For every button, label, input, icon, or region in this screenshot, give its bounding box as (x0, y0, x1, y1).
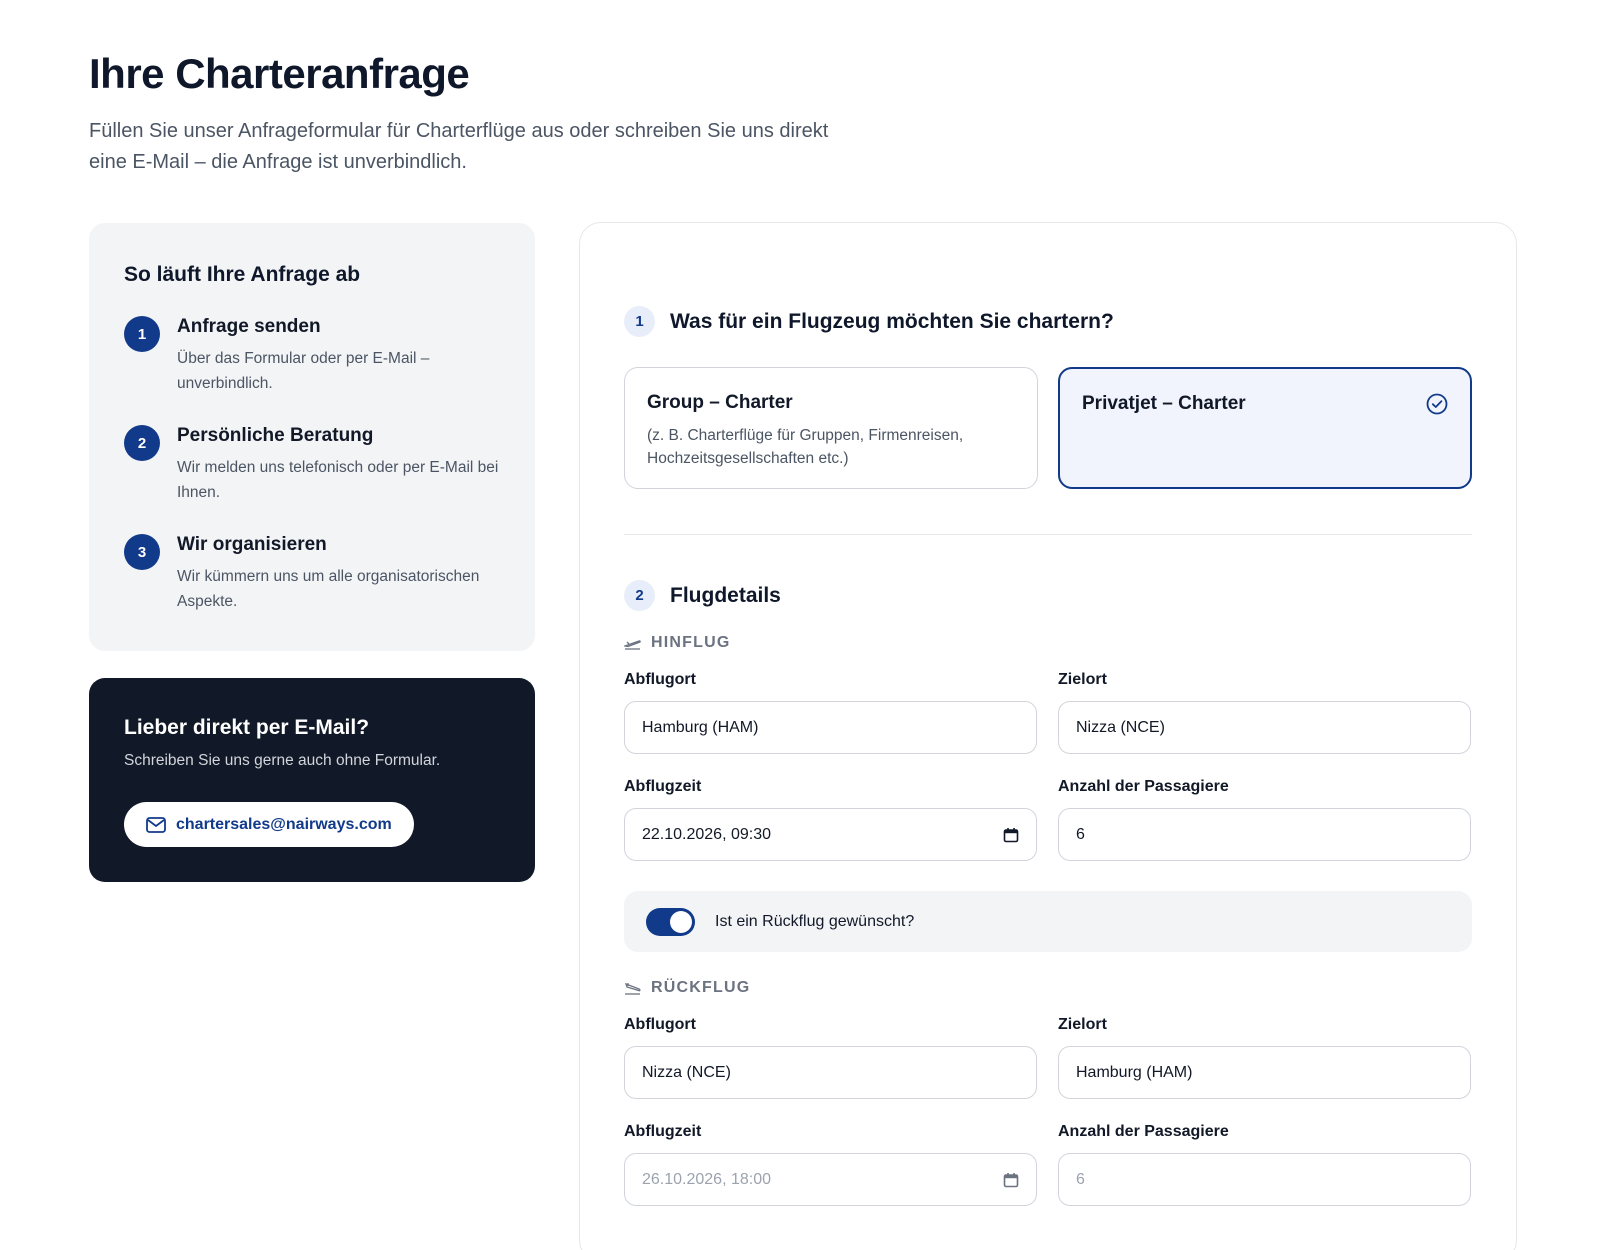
section-number: 2 (624, 580, 655, 611)
return-time-label: Abflugzeit (624, 1123, 702, 1140)
outbound-to-label: Zielort (1058, 671, 1107, 688)
toggle-knob (670, 910, 692, 933)
option-title: Group – Charter (647, 392, 793, 413)
return-from-label: Abflugort (624, 1016, 696, 1033)
section-divider (624, 534, 1472, 535)
outbound-pax-input[interactable]: 6 (1058, 808, 1471, 861)
return-from-input[interactable]: Nizza (NCE) (624, 1046, 1037, 1099)
field-value: 26.10.2026, 18:00 (642, 1170, 772, 1188)
charter-form: 1 Was für ein Flugzeug möchten Sie chart… (579, 222, 1517, 1250)
section-number: 1 (624, 306, 655, 337)
outbound-time-label: Abflugzeit (624, 778, 702, 795)
return-pax-label: Anzahl der Passagiere (1058, 1123, 1229, 1140)
return-label: RÜCKFLUG (624, 979, 750, 997)
mail-icon (146, 816, 166, 833)
return-to-label: Zielort (1058, 1016, 1107, 1033)
check-circle-icon (1426, 393, 1448, 415)
option-group-charter[interactable]: Group – Charter (z. B. Charterflüge für … (624, 367, 1038, 489)
section-title: Flugdetails (670, 583, 781, 607)
outbound-pax-label: Anzahl der Passagiere (1058, 778, 1229, 795)
steps-title: So läuft Ihre Anfrage ab (124, 263, 361, 286)
section-flight-details: 2 Flugdetails (624, 580, 781, 611)
email-link-button[interactable]: chartersales@nairways.com (124, 802, 414, 847)
outbound-label: HINFLUG (624, 634, 731, 652)
field-value: Hamburg (HAM) (1076, 1063, 1193, 1081)
field-value: Nizza (NCE) (642, 1063, 731, 1081)
page-intro: Füllen Sie unser Anfrageformular für Cha… (89, 120, 829, 173)
step-number: 1 (124, 316, 160, 352)
outbound-from-label: Abflugort (624, 671, 696, 688)
step-title: Persönliche Beratung (177, 425, 374, 446)
email-address: chartersales@nairways.com (176, 815, 392, 833)
calendar-icon[interactable] (1003, 1172, 1019, 1188)
outbound-to-input[interactable]: Nizza (NCE) (1058, 701, 1471, 754)
step-title: Anfrage senden (177, 316, 321, 337)
email-contact-card: Lieber direkt per E-Mail? Schreiben Sie … (89, 678, 535, 882)
return-to-input[interactable]: Hamburg (HAM) (1058, 1046, 1471, 1099)
return-time-input[interactable]: 26.10.2026, 18:00 (624, 1153, 1037, 1206)
step-description: Wir kümmern uns um alle organisatorische… (177, 568, 480, 610)
process-steps-card: So läuft Ihre Anfrage ab 1 Anfrage sende… (89, 223, 535, 651)
field-value: Hamburg (HAM) (642, 718, 759, 736)
calendar-icon[interactable] (1003, 827, 1019, 843)
outbound-label-text: HINFLUG (651, 634, 731, 651)
field-value: 6 (1076, 1170, 1085, 1188)
field-value: 6 (1076, 825, 1085, 843)
step-title: Wir organisieren (177, 534, 327, 555)
return-label-text: RÜCKFLUG (651, 979, 751, 996)
page-title: Ihre Charteranfrage (89, 50, 470, 97)
field-value: Nizza (NCE) (1076, 718, 1165, 736)
step-number: 3 (124, 534, 160, 570)
option-privatjet-charter[interactable]: Privatjet – Charter (1058, 367, 1472, 489)
plane-takeoff-icon (624, 639, 641, 650)
section-title: Was für ein Flugzeug möchten Sie charter… (670, 309, 1114, 333)
plane-landing-icon (624, 982, 641, 995)
outbound-from-input[interactable]: Hamburg (HAM) (624, 701, 1037, 754)
section-aircraft-type: 1 Was für ein Flugzeug möchten Sie chart… (624, 306, 1114, 337)
return-pax-input[interactable]: 6 (1058, 1153, 1471, 1206)
return-flight-toggle-label: Ist ein Rückflug gewünscht? (715, 912, 915, 930)
field-value: 22.10.2026, 09:30 (642, 825, 772, 843)
return-flight-toggle[interactable] (646, 907, 695, 936)
option-title: Privatjet – Charter (1082, 393, 1246, 414)
email-card-title: Lieber direkt per E-Mail? (124, 716, 370, 739)
step-number: 2 (124, 425, 160, 461)
return-flight-toggle-row: Ist ein Rückflug gewünscht? (624, 891, 1472, 952)
outbound-time-input[interactable]: 22.10.2026, 09:30 (624, 808, 1037, 861)
step-description: Über das Formular oder per E-Mail – unve… (177, 350, 430, 392)
option-subtitle: (z. B. Charterflüge für Gruppen, Firmenr… (647, 427, 964, 467)
step-description: Wir melden uns telefonisch oder per E-Ma… (177, 459, 499, 501)
email-card-text: Schreiben Sie uns gerne auch ohne Formul… (124, 752, 441, 769)
